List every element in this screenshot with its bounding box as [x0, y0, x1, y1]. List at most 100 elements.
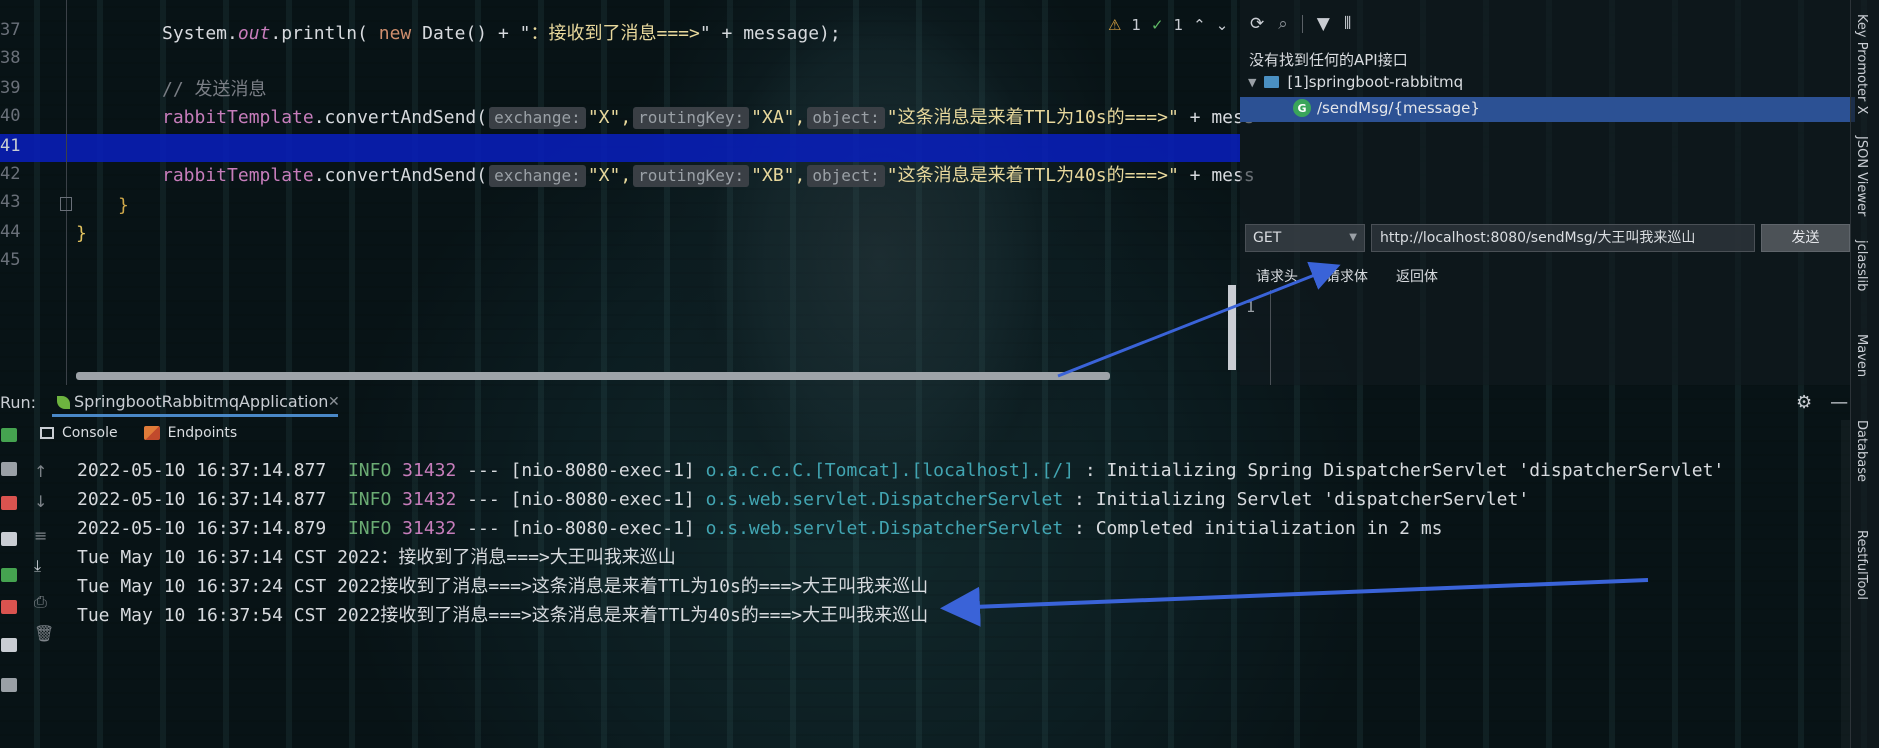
http-method-select[interactable]: GET ▼ [1245, 224, 1365, 252]
editor-vertical-scrollbar[interactable] [1228, 285, 1236, 370]
minimize-icon[interactable]: — [1830, 392, 1848, 413]
arrow-up-icon[interactable]: ↑ [34, 462, 47, 481]
folder-icon [1264, 76, 1280, 88]
close-icon[interactable]: ✕ [328, 394, 340, 410]
tool-json-viewer[interactable]: JSON Viewer [1854, 136, 1869, 216]
search-icon[interactable]: ⌕ [1278, 14, 1288, 34]
ok-count: 1 [1173, 16, 1184, 34]
module-node[interactable]: ▼ [1]springboot-rabbitmq [1248, 73, 1463, 91]
code-comment: // 发送消息 [162, 79, 267, 100]
run-toolwindow-header: Run: SpringbootRabbitmqApplication ✕ [0, 388, 1850, 417]
log-logger[interactable]: o.a.c.c.C.[Tomcat].[localhost].[/] [706, 460, 1085, 481]
chevron-down-icon[interactable]: ▼ [1248, 76, 1256, 89]
stop-icon[interactable] [1, 496, 17, 510]
tool-key-promoter[interactable]: Key Promoter X [1854, 14, 1869, 114]
tool-database[interactable]: Database [1854, 420, 1869, 482]
tab-endpoints[interactable]: Endpoints [143, 425, 238, 441]
line-number: 37 [0, 20, 21, 40]
log-message: : Initializing Servlet 'dispatcherServle… [1074, 489, 1530, 510]
send-button[interactable]: 发送 [1761, 224, 1850, 252]
endpoint-item[interactable]: G /sendMsg/{message} [1293, 99, 1480, 117]
code-token: rabbitTemplate [162, 107, 314, 128]
layout-icon[interactable] [1, 638, 17, 652]
print-icon[interactable]: ⎙ [34, 592, 47, 612]
gutter-separator [66, 0, 67, 385]
filter-icon[interactable]: ▼ [1317, 14, 1330, 34]
code-token: "这条消息是来着TTL为40s的===>" [886, 165, 1179, 186]
scroll-to-end-icon[interactable]: ⤓ [34, 556, 41, 576]
log-pid: 31432 [402, 489, 457, 510]
code-line[interactable]: rabbitTemplate.convertAndSend(exchange: "… [162, 104, 1255, 132]
current-line-highlight [0, 134, 1240, 162]
request-tabs: 请求头 请求体 返回体 [1256, 266, 1438, 286]
tool-maven[interactable]: Maven [1854, 334, 1869, 377]
refresh-icon[interactable]: ⟳ [1250, 14, 1264, 34]
param-hint: routingKey: [633, 165, 750, 187]
no-api-message: 没有找到任何的API接口 [1249, 51, 1408, 69]
tab-endpoints-label: Endpoints [167, 425, 238, 441]
exit-icon[interactable] [1, 600, 17, 614]
tool-restfultool[interactable]: RestfulTool [1854, 530, 1869, 600]
run-header-actions: ⚙ — [1796, 392, 1848, 413]
trash-icon[interactable]: 🗑 [34, 624, 54, 643]
line-number: 40 [0, 106, 21, 126]
chevron-down-icon[interactable]: ⌄ [1216, 16, 1229, 34]
http-method-value: GET [1253, 230, 1282, 246]
tab-request-body[interactable]: 请求体 [1326, 266, 1368, 286]
console-scrollbar[interactable] [1841, 420, 1850, 748]
rerun-icon[interactable] [1, 428, 17, 442]
soft-wrap-icon[interactable]: ≡ [34, 526, 47, 545]
right-tool-strip: Key Promoter X JSON Viewer jclasslib Mav… [1850, 0, 1879, 748]
code-token: "这条消息是来着TTL为10s的===>" [886, 107, 1179, 128]
log-logger[interactable]: o.s.web.servlet.DispatcherServlet [706, 518, 1074, 539]
tab-console[interactable]: Console [40, 425, 118, 441]
code-line[interactable]: } [118, 192, 129, 220]
log-pid: 31432 [402, 518, 457, 539]
log-thread: --- [nio-8080-exec-1] [456, 460, 706, 481]
camera-icon[interactable] [1, 532, 17, 546]
endpoints-icon [143, 426, 160, 440]
console-output[interactable]: 2022-05-10 16:37:14.877 INFO 31432 --- [… [77, 457, 1837, 631]
debug-icon[interactable] [1, 568, 17, 582]
url-input[interactable]: http://localhost:8080/sendMsg/大王叫我来巡山 [1371, 224, 1755, 252]
pin-icon[interactable] [1, 678, 17, 692]
log-level: INFO [347, 460, 392, 481]
chevron-up-icon[interactable]: ⌃ [1193, 16, 1206, 34]
tab-request-headers[interactable]: 请求头 [1256, 266, 1298, 286]
code-editor[interactable]: 37 38 39 40 41 42 43 44 45 System.out.pr… [0, 0, 1255, 385]
toolbar-separator [1301, 15, 1303, 33]
output-line: Tue May 10 16:37:24 CST 2022接收到了消息===>这条… [77, 576, 929, 597]
code-token: } [76, 223, 87, 244]
log-line: 2022-05-10 16:37:14.877 INFO 31432 --- [… [77, 457, 1837, 486]
settings-icon[interactable]: ⚙ [1796, 392, 1812, 413]
fold-marker-icon[interactable] [60, 197, 72, 211]
log-thread: --- [nio-8080-exec-1] [456, 489, 706, 510]
line-number: 45 [0, 250, 21, 270]
check-icon: ✓ [1151, 16, 1164, 34]
code-line[interactable]: System.out.println( new Date() + "：接收到了消… [162, 20, 841, 48]
log-message: : Completed initialization in 2 ms [1074, 518, 1443, 539]
code-line[interactable]: // 发送消息 [162, 76, 267, 104]
line-number: 38 [0, 48, 21, 68]
columns-icon[interactable]: ⦀ [1344, 14, 1351, 34]
run-config-tab[interactable]: SpringbootRabbitmqApplication [52, 390, 339, 417]
wrench-icon[interactable] [1, 462, 17, 476]
tool-jclasslib[interactable]: jclasslib [1854, 240, 1869, 291]
code-line[interactable]: rabbitTemplate.convertAndSend(exchange: "… [162, 162, 1255, 190]
run-subtabs: Console Endpoints [40, 425, 237, 441]
log-message: : Initializing Spring DispatcherServlet … [1084, 460, 1725, 481]
editor-horizontal-scrollbar[interactable] [76, 372, 1110, 380]
restful-tool-panel: ⟳ ⌕ ▼ ⦀ 没有找到任何的API接口 ▼ [1]springboot-rab… [1240, 0, 1855, 385]
warning-icon: ⚠ [1108, 16, 1122, 34]
log-logger[interactable]: o.s.web.servlet.DispatcherServlet [706, 489, 1074, 510]
output-line: Tue May 10 16:37:54 CST 2022接收到了消息===>这条… [77, 605, 929, 626]
code-line[interactable]: } [76, 220, 87, 248]
param-hint: routingKey: [633, 107, 750, 129]
tab-response-body[interactable]: 返回体 [1396, 266, 1438, 286]
line-number: 44 [0, 222, 21, 242]
body-line-number: 1 [1246, 298, 1256, 316]
inspection-widget[interactable]: ⚠ 1 ✓ 1 ⌃ ⌄ [1108, 16, 1228, 34]
log-thread: --- [nio-8080-exec-1] [456, 518, 706, 539]
arrow-down-icon[interactable]: ↓ [34, 492, 47, 511]
code-token: .convertAndSend( [313, 107, 488, 128]
